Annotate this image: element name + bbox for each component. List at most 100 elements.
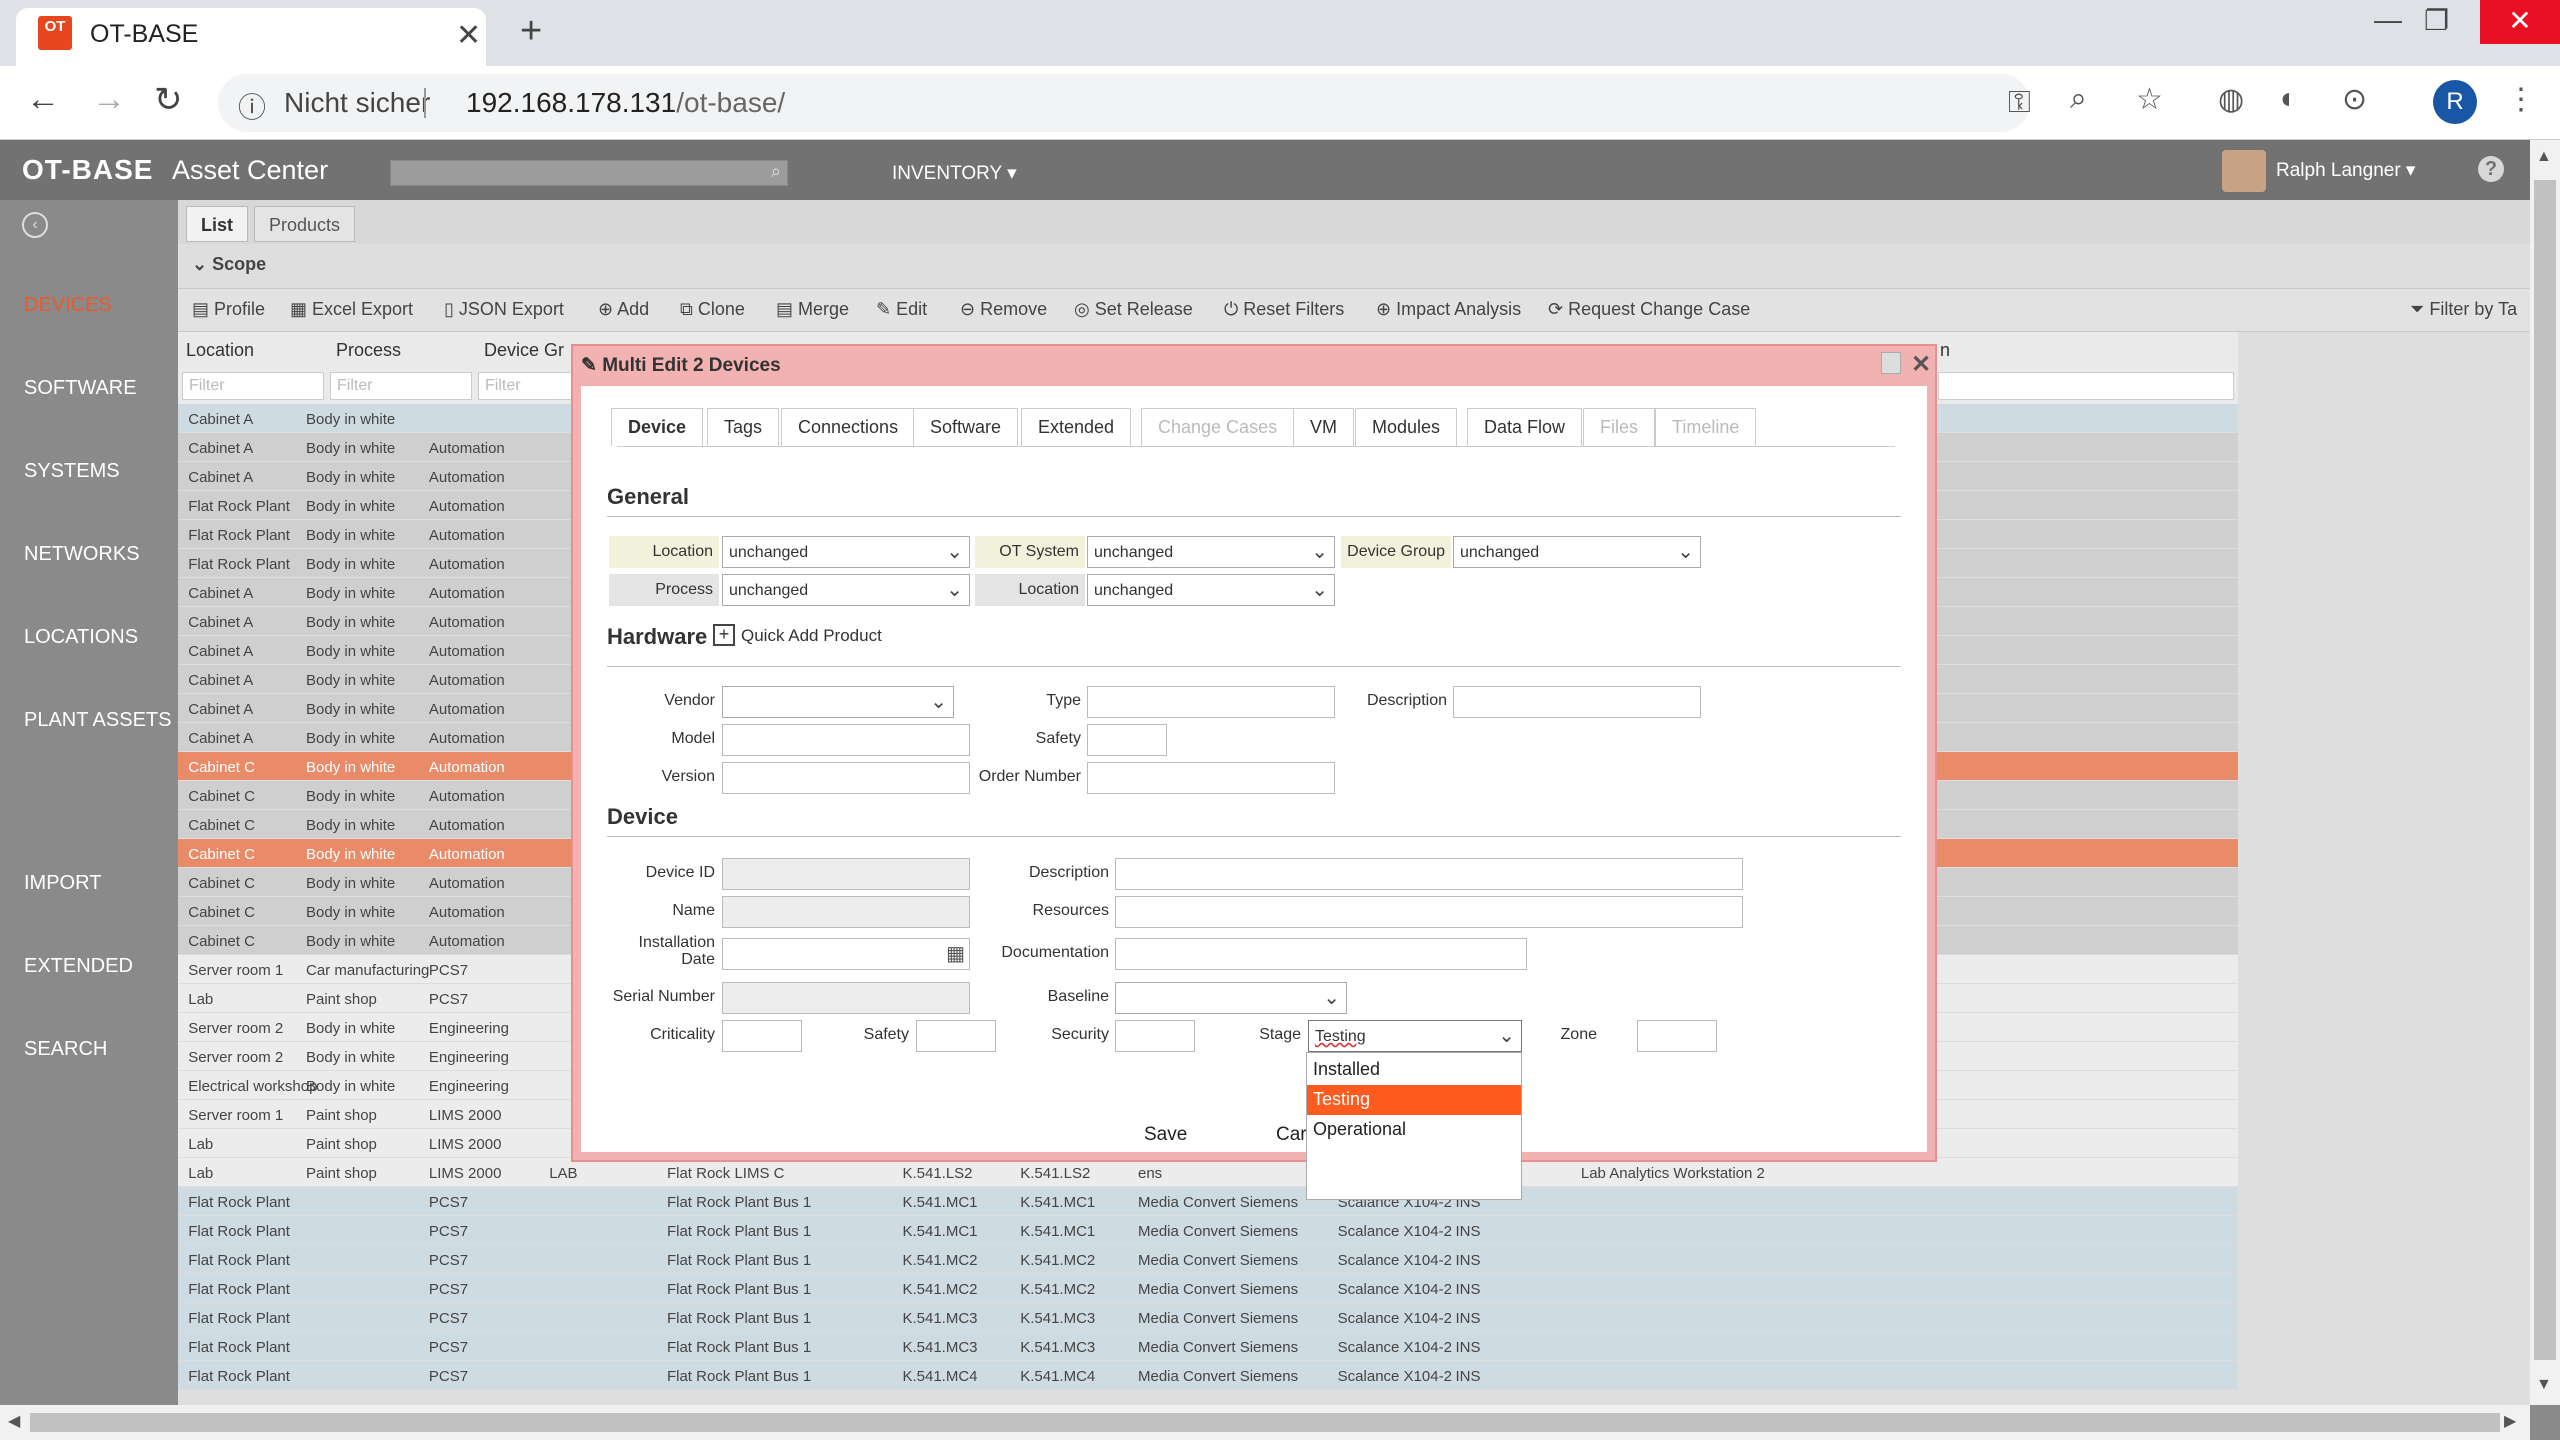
user-avatar[interactable] [2222,150,2266,192]
filter-name-input[interactable] [1938,372,2234,400]
set-release-button[interactable]: ◎ Set Release [1074,299,1193,320]
inventory-menu[interactable]: INVENTORY ▾ [892,162,1017,185]
extension-shield-icon[interactable]: ◍ [2218,82,2244,117]
tab-connections[interactable]: Connections [781,408,916,446]
info-icon[interactable]: ⓘ [238,86,266,126]
sidebar-item-software[interactable]: SOFTWARE [24,377,137,400]
table-row[interactable]: Flat Rock Plant PCS7 Flat Rock Plant Bus 1… [178,1361,2238,1390]
cancel-button[interactable]: Car [1276,1124,1307,1146]
tab-extended[interactable]: Extended [1021,408,1132,446]
global-search-input[interactable]: ⌕ [390,160,788,186]
column-header-location[interactable]: Location [186,340,254,361]
save-button[interactable]: Save [1144,1124,1187,1146]
scroll-right-icon[interactable]: ▶ [2504,1411,2516,1431]
filter-device-group-input[interactable]: Filter [478,372,578,400]
hw-safety-input[interactable] [1087,724,1167,756]
tab-data-flow[interactable]: Data Flow [1467,408,1583,446]
excel-export-button[interactable]: ▦ Excel Export [290,299,413,320]
maximize-icon[interactable]: ❐ [2424,4,2449,37]
tab-software[interactable]: Software [913,408,1019,446]
url-text[interactable]: 192.168.178.131/ot-base/ [466,87,785,119]
reload-icon[interactable]: ↻ [154,80,183,120]
menu-dots-icon[interactable]: ⋮ [2506,82,2536,117]
safety-input[interactable] [916,1020,996,1052]
table-row[interactable]: Flat Rock Plant PCS7 Flat Rock Plant Bus 1… [178,1303,2238,1332]
vertical-scroll-thumb[interactable] [2534,180,2556,1360]
help-icon[interactable]: ? [2478,156,2504,182]
profile-button[interactable]: ▤ Profile [192,299,265,320]
tab-close-icon[interactable]: ✕ [456,18,481,53]
back-arrow-icon[interactable]: ← [26,80,60,119]
tab-modules[interactable]: Modules [1355,408,1458,446]
tab-device[interactable]: Device [611,408,704,446]
table-row[interactable]: Flat Rock Plant PCS7 Flat Rock Plant Bus 1… [178,1187,2238,1216]
request-change-case-button[interactable]: ⟳ Request Change Case [1548,299,1750,320]
forward-arrow-icon[interactable]: → [92,80,126,119]
reset-filters-button[interactable]: ⏻ Reset Filters [1224,299,1344,320]
extension-code-icon[interactable]: ⊙ [2342,82,2367,117]
sidebar-item-search[interactable]: SEARCH [24,1038,107,1061]
criticality-input[interactable] [722,1020,802,1052]
hw-description-input[interactable] [1453,686,1701,718]
horizontal-scroll-thumb[interactable] [30,1413,2500,1432]
sidebar-item-networks[interactable]: NETWORKS [24,543,140,566]
security-input[interactable] [1115,1020,1195,1052]
device-group-select[interactable]: unchanged ⌄ [1453,536,1701,568]
location-select[interactable]: unchanged ⌄ [722,536,970,568]
scope-toggle[interactable]: ⌄ Scope [192,254,266,275]
location2-select[interactable]: unchanged ⌄ [1087,574,1335,606]
app-brand[interactable]: OT-BASE [22,154,153,186]
stage-option-operational[interactable]: Operational [1307,1115,1521,1145]
tab-tags[interactable]: Tags [707,408,780,446]
extension-circle-icon[interactable]: ◐ [2280,82,2298,116]
filter-by-tag-button[interactable]: ⏷ Filter by Ta [2410,299,2517,320]
column-header-name[interactable]: n [1940,340,1950,361]
tab-vm[interactable]: VM [1293,408,1354,446]
horizontal-scrollbar[interactable]: ◀ ▶ [0,1405,2530,1440]
scroll-down-icon[interactable]: ▼ [2536,1376,2552,1394]
stage-select[interactable]: Testing ⌄ [1308,1020,1522,1052]
scroll-up-icon[interactable]: ▲ [2536,148,2552,166]
collapse-back-icon[interactable]: ‹ [22,212,48,238]
key-icon[interactable]: ⚿ [2008,86,2031,120]
baseline-select[interactable]: ⌄ [1115,982,1347,1014]
zone-input[interactable] [1637,1020,1717,1052]
sidebar-item-devices[interactable]: DEVICES [24,294,112,317]
sidebar-item-locations[interactable]: LOCATIONS [24,626,138,649]
tab-list[interactable]: List [186,206,249,242]
add-button[interactable]: ⊕ Add [598,299,649,320]
table-row[interactable]: Flat Rock Plant PCS7 Flat Rock Plant Bus 1… [178,1216,2238,1245]
column-header-device-group[interactable]: Device Gr [484,340,564,361]
sidebar-item-systems[interactable]: SYSTEMS [24,460,120,483]
profile-avatar[interactable]: R [2433,80,2477,124]
user-menu[interactable]: Ralph Langner ▾ [2276,159,2415,182]
star-icon[interactable]: ☆ [2136,82,2163,117]
remove-button[interactable]: ⊖ Remove [960,299,1047,320]
table-row[interactable]: Flat Rock Plant PCS7 Flat Rock Plant Bus 1… [178,1332,2238,1361]
column-header-process[interactable]: Process [336,340,401,361]
merge-button[interactable]: ▤ Merge [776,299,849,320]
vertical-scrollbar[interactable]: ▲ ▼ [2530,140,2560,1405]
dialog-close-icon[interactable]: ✕ [1911,350,1931,379]
description-input[interactable] [1115,858,1743,890]
order-number-input[interactable] [1087,762,1335,794]
filter-process-input[interactable]: Filter [330,372,472,400]
new-tab-icon[interactable]: + [520,10,542,53]
edit-button[interactable]: ✎ Edit [876,299,927,320]
sidebar-item-import[interactable]: IMPORT [24,872,101,895]
filter-location-input[interactable]: Filter [182,372,324,400]
model-input[interactable] [722,724,970,756]
minimize-icon[interactable]: — [2374,4,2402,36]
clone-button[interactable]: ⧉ Clone [680,299,745,320]
sidebar-item-plant-assets[interactable]: PLANT ASSETS [24,709,171,732]
print-icon[interactable] [1881,352,1901,374]
sidebar-item-extended[interactable]: EXTENDED [24,955,133,978]
vendor-select[interactable]: ⌄ [722,686,954,718]
window-close-icon[interactable]: ✕ [2480,0,2560,44]
ot-system-select[interactable]: unchanged ⌄ [1087,536,1335,568]
zoom-icon[interactable]: ⌕ [2070,82,2087,116]
documentation-input[interactable] [1115,938,1527,970]
calendar-icon[interactable]: ▦ [946,941,965,966]
installation-date-input[interactable]: ▦ [722,938,970,970]
version-input[interactable] [722,762,970,794]
